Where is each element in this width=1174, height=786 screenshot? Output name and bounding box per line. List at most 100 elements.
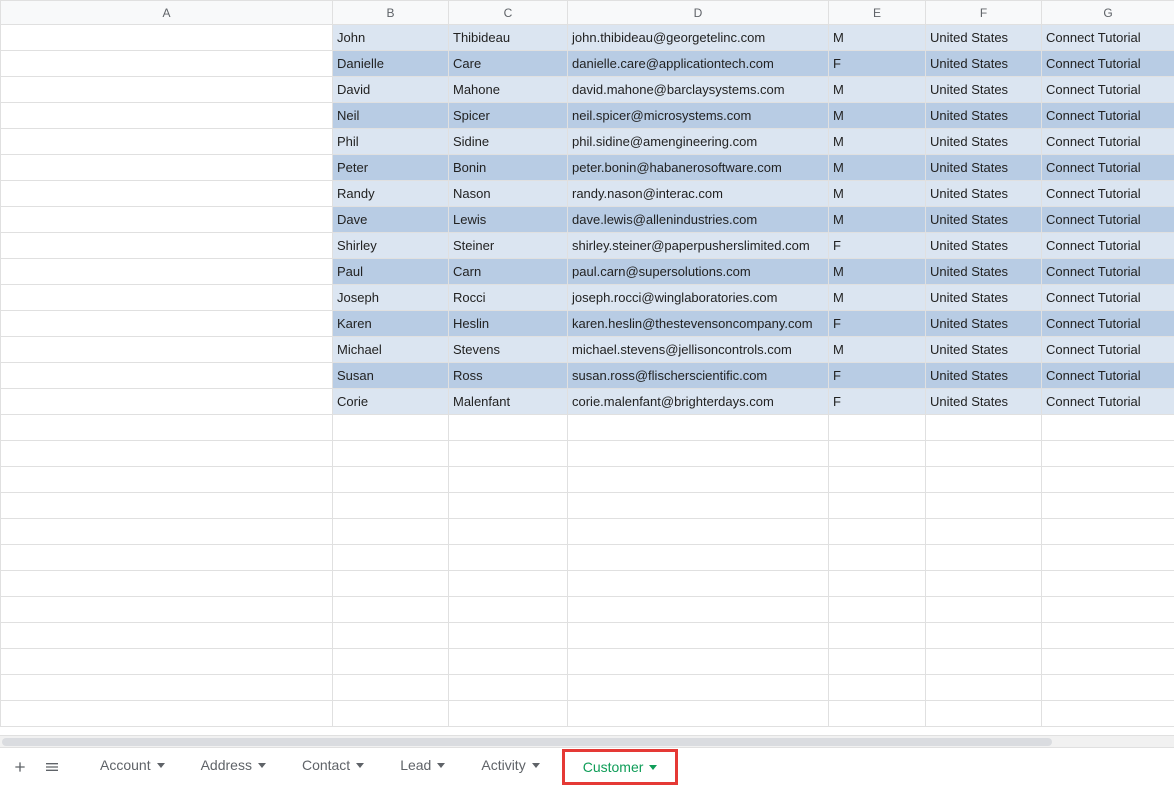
cell[interactable]: Bonin — [449, 155, 568, 181]
cell[interactable] — [926, 519, 1042, 545]
cell[interactable] — [1042, 415, 1174, 441]
cell[interactable]: michael.stevens@jellisoncontrols.com — [568, 337, 829, 363]
cell[interactable] — [829, 571, 926, 597]
table-row[interactable]: DavidMahonedavid.mahone@barclaysystems.c… — [1, 77, 1174, 103]
cell[interactable]: paul.carn@supersolutions.com — [568, 259, 829, 285]
table-row[interactable] — [1, 415, 1174, 441]
cell[interactable] — [568, 571, 829, 597]
cell[interactable]: dave.lewis@allenindustries.com — [568, 207, 829, 233]
cell[interactable] — [1042, 467, 1174, 493]
cell[interactable] — [1, 493, 333, 519]
cell[interactable] — [1, 701, 333, 727]
cell[interactable]: United States — [926, 77, 1042, 103]
cell[interactable] — [333, 623, 449, 649]
cell[interactable]: Malenfant — [449, 389, 568, 415]
cell[interactable]: M — [829, 181, 926, 207]
cell[interactable]: F — [829, 311, 926, 337]
cell[interactable]: Rocci — [449, 285, 568, 311]
cell[interactable] — [1, 285, 333, 311]
cell[interactable] — [449, 675, 568, 701]
cell[interactable]: Nason — [449, 181, 568, 207]
cell[interactable]: Dave — [333, 207, 449, 233]
cell[interactable]: Susan — [333, 363, 449, 389]
cell[interactable] — [926, 415, 1042, 441]
cell[interactable] — [333, 571, 449, 597]
cell[interactable]: peter.bonin@habanerosoftware.com — [568, 155, 829, 181]
cell[interactable] — [1, 415, 333, 441]
cell[interactable] — [568, 493, 829, 519]
cell[interactable]: M — [829, 207, 926, 233]
add-sheet-button[interactable] — [6, 753, 34, 781]
column-header-row[interactable]: A B C D E F G — [1, 1, 1174, 25]
cell[interactable] — [926, 441, 1042, 467]
cell[interactable] — [1, 363, 333, 389]
cell[interactable] — [1, 389, 333, 415]
cell[interactable]: danielle.care@applicationtech.com — [568, 51, 829, 77]
cell[interactable]: Carn — [449, 259, 568, 285]
sheet-tab-customer[interactable]: Customer — [562, 749, 679, 785]
data-table[interactable]: A B C D E F G JohnThibideaujohn.thibidea… — [0, 0, 1174, 727]
col-header-A[interactable]: A — [1, 1, 333, 25]
col-header-G[interactable]: G — [1042, 1, 1174, 25]
cell[interactable] — [1, 467, 333, 493]
cell[interactable] — [1, 259, 333, 285]
cell[interactable]: Connect Tutorial — [1042, 285, 1174, 311]
table-row[interactable]: PhilSidinephil.sidine@amengineering.comM… — [1, 129, 1174, 155]
cell[interactable] — [1, 441, 333, 467]
cell[interactable] — [1, 649, 333, 675]
cell[interactable] — [1042, 597, 1174, 623]
cell[interactable]: shirley.steiner@paperpusherslimited.com — [568, 233, 829, 259]
cell[interactable]: Randy — [333, 181, 449, 207]
cell[interactable] — [1042, 545, 1174, 571]
table-row[interactable]: DaveLewisdave.lewis@allenindustries.comM… — [1, 207, 1174, 233]
cell[interactable] — [1, 571, 333, 597]
cell[interactable] — [333, 519, 449, 545]
cell[interactable] — [449, 597, 568, 623]
cell[interactable]: Connect Tutorial — [1042, 207, 1174, 233]
cell[interactable]: Phil — [333, 129, 449, 155]
cell[interactable] — [1042, 623, 1174, 649]
cell[interactable] — [568, 441, 829, 467]
table-row[interactable]: PaulCarnpaul.carn@supersolutions.comMUni… — [1, 259, 1174, 285]
cell[interactable]: phil.sidine@amengineering.com — [568, 129, 829, 155]
cell[interactable] — [926, 649, 1042, 675]
cell[interactable]: corie.malenfant@brighterdays.com — [568, 389, 829, 415]
cell[interactable]: United States — [926, 181, 1042, 207]
table-row[interactable]: PeterBoninpeter.bonin@habanerosoftware.c… — [1, 155, 1174, 181]
cell[interactable] — [926, 493, 1042, 519]
cell[interactable]: M — [829, 25, 926, 51]
cell[interactable] — [829, 493, 926, 519]
cell[interactable]: Spicer — [449, 103, 568, 129]
cell[interactable]: Paul — [333, 259, 449, 285]
cell[interactable]: United States — [926, 51, 1042, 77]
cell[interactable]: Sidine — [449, 129, 568, 155]
cell[interactable] — [1, 311, 333, 337]
cell[interactable] — [926, 571, 1042, 597]
cell[interactable] — [568, 545, 829, 571]
sheet-tab-contact[interactable]: Contact — [288, 749, 378, 781]
cell[interactable] — [829, 467, 926, 493]
cell[interactable] — [333, 545, 449, 571]
cell[interactable]: karen.heslin@thestevensoncompany.com — [568, 311, 829, 337]
cell[interactable] — [1042, 441, 1174, 467]
cell[interactable] — [449, 649, 568, 675]
cell[interactable] — [449, 441, 568, 467]
cell[interactable]: Connect Tutorial — [1042, 233, 1174, 259]
cell[interactable]: Connect Tutorial — [1042, 259, 1174, 285]
cell[interactable] — [568, 623, 829, 649]
cell[interactable] — [1042, 519, 1174, 545]
cell[interactable]: United States — [926, 207, 1042, 233]
cell[interactable]: Connect Tutorial — [1042, 77, 1174, 103]
cell[interactable]: Connect Tutorial — [1042, 25, 1174, 51]
cell[interactable] — [1, 337, 333, 363]
cell[interactable]: joseph.rocci@winglaboratories.com — [568, 285, 829, 311]
cell[interactable] — [333, 675, 449, 701]
cell[interactable] — [1042, 571, 1174, 597]
cell[interactable] — [333, 441, 449, 467]
cell[interactable] — [1, 623, 333, 649]
cell[interactable]: M — [829, 77, 926, 103]
cell[interactable] — [829, 545, 926, 571]
cell[interactable] — [333, 493, 449, 519]
cell[interactable] — [449, 519, 568, 545]
cell[interactable]: Heslin — [449, 311, 568, 337]
